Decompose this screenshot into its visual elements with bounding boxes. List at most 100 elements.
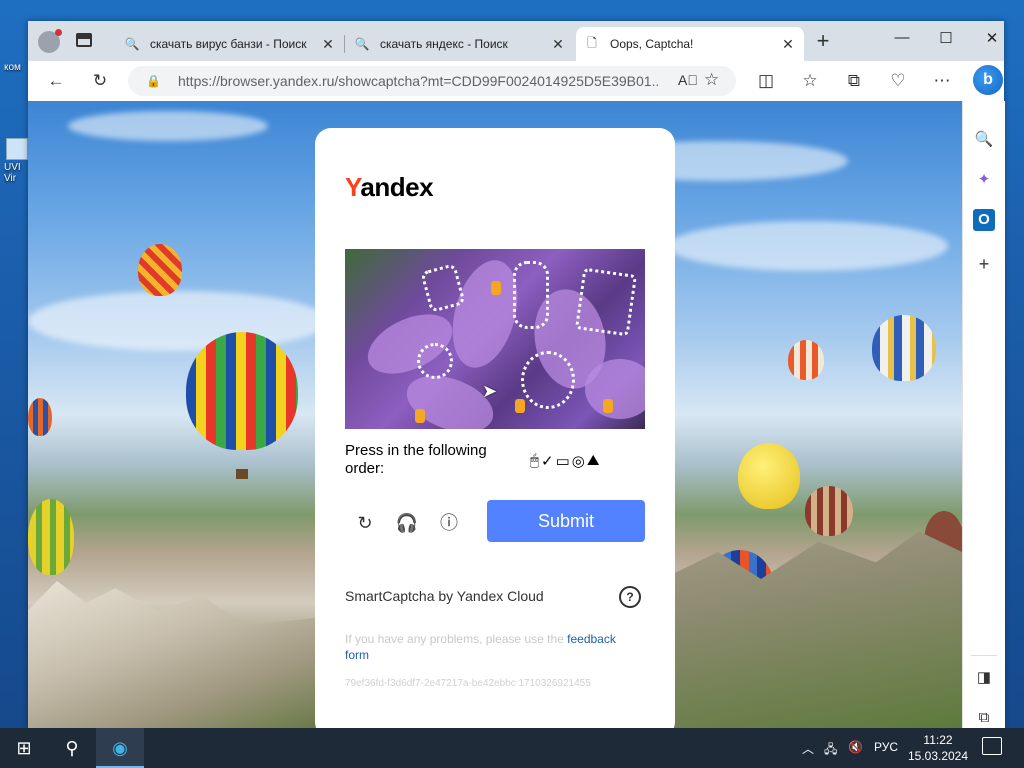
help-icon[interactable]: ? bbox=[619, 586, 641, 608]
cloud bbox=[68, 111, 268, 141]
captcha-image[interactable]: ➤ bbox=[345, 249, 645, 429]
collections-icon[interactable]: ⧉ bbox=[842, 69, 866, 93]
tab-label: скачать яндекс - Поиск bbox=[380, 37, 508, 51]
profile-avatar[interactable] bbox=[38, 29, 62, 53]
flower-stamen bbox=[603, 399, 613, 413]
landscape-icon: ⛰ bbox=[586, 452, 600, 469]
flower-stamen bbox=[515, 399, 525, 413]
split-screen-icon[interactable]: ◫ bbox=[754, 69, 778, 93]
add-sidebar-app-icon[interactable]: + bbox=[973, 253, 995, 275]
smartcaptcha-branding: SmartCaptcha by Yandex Cloud bbox=[345, 588, 544, 604]
tab-search-virus[interactable]: 🔍 скачать вирус банзи - Поиск ✕ bbox=[116, 27, 344, 61]
rock-formation bbox=[675, 531, 962, 728]
flower-stamen bbox=[491, 281, 501, 295]
start-button[interactable]: ⊞ bbox=[0, 728, 48, 768]
navigation-toolbar: ← ↻ 🔒 https://browser.yandex.ru/showcapt… bbox=[28, 61, 1004, 102]
back-icon[interactable]: ← bbox=[44, 69, 68, 93]
cloud bbox=[28, 291, 328, 351]
hot-air-balloon bbox=[28, 398, 52, 436]
volume-muted-icon[interactable]: 🔇 bbox=[848, 740, 863, 754]
refresh-captcha-icon[interactable]: ↻ bbox=[353, 511, 377, 535]
captcha-card: Yandex ➤ Press in the following order: 🖱… bbox=[315, 128, 675, 728]
network-icon[interactable]: 🖧 bbox=[824, 740, 837, 761]
edge-taskbar-icon[interactable]: ◉ bbox=[96, 728, 144, 768]
desktop-icon-computer[interactable]: ком bbox=[4, 62, 30, 73]
sidebar-divider bbox=[971, 655, 997, 656]
yandex-logo: Yandex bbox=[345, 172, 434, 202]
new-tab-button[interactable]: + bbox=[812, 30, 834, 53]
flower-stamen bbox=[415, 409, 425, 423]
captcha-instruction: Press in the following order: bbox=[345, 442, 487, 477]
audio-captcha-icon[interactable]: 🎧 bbox=[395, 511, 419, 535]
search-icon[interactable]: 🔍 bbox=[973, 129, 995, 151]
rock-formation bbox=[28, 581, 318, 728]
submit-button[interactable]: Submit bbox=[487, 500, 645, 542]
more-menu-icon[interactable]: ⋯ bbox=[930, 69, 954, 93]
hide-sidebar-icon[interactable]: ◨ bbox=[973, 667, 995, 689]
tab-captcha[interactable]: 🗋 Oops, Captcha! ✕ bbox=[576, 27, 804, 61]
hot-air-balloon bbox=[805, 486, 853, 536]
windows-taskbar: ⊞ ⚲ ◉ ︿ 🖧 🔇 РУС 11:22 15.03.2024 bbox=[0, 728, 1024, 768]
url-text[interactable]: https://browser.yandex.ru/showcaptcha?mt… bbox=[178, 73, 658, 89]
desktop-icon-uvi[interactable]: UVI Vir bbox=[4, 138, 30, 184]
read-aloud-icon[interactable]: A᪲ bbox=[678, 72, 698, 88]
captcha-request-id: 79ef36fd-f3d6df7-2e47217a-be42ebbc 17103… bbox=[345, 678, 591, 689]
tab-search-yandex[interactable]: 🔍 скачать яндекс - Поиск ✕ bbox=[346, 27, 574, 61]
tab-actions-icon[interactable] bbox=[76, 33, 92, 47]
maximize-button[interactable]: ☐ bbox=[934, 29, 958, 51]
info-icon[interactable]: ⓘ bbox=[437, 511, 461, 535]
address-bar[interactable]: 🔒 https://browser.yandex.ru/showcaptcha?… bbox=[128, 66, 736, 96]
favorites-icon[interactable]: ☆ bbox=[798, 69, 822, 93]
tab-bar: 🔍 скачать вирус банзи - Поиск ✕ 🔍 скачат… bbox=[28, 21, 1004, 61]
show-hidden-icons-icon[interactable]: ︿ bbox=[802, 740, 814, 757]
page-icon: 🗋 bbox=[587, 35, 597, 50]
edge-sidebar: 🔍 ✦ O + ◨ ⧉ bbox=[962, 101, 1005, 728]
page-content: Yandex ➤ Press in the following order: 🖱… bbox=[28, 101, 962, 728]
desktop-icon-label: ком bbox=[4, 62, 21, 73]
browser-essentials-icon[interactable]: ♡ bbox=[886, 69, 910, 93]
camera-icon: ▭ bbox=[555, 453, 570, 470]
problems-text: If you have any problems, please use the… bbox=[345, 632, 616, 662]
flower-petal bbox=[585, 359, 645, 419]
hot-air-balloon bbox=[28, 499, 74, 575]
shortcut-icon bbox=[6, 138, 28, 160]
hot-air-balloon bbox=[186, 332, 298, 450]
edge-browser-window: 🔍 скачать вирус банзи - Поиск ✕ 🔍 скачат… bbox=[28, 21, 1005, 728]
minimize-button[interactable]: — bbox=[890, 29, 914, 51]
search-icon: 🔍 bbox=[354, 37, 370, 51]
outlook-icon[interactable]: O bbox=[973, 209, 995, 231]
search-icon: 🔍 bbox=[124, 37, 140, 51]
cloud bbox=[668, 221, 948, 271]
captcha-target-shape[interactable] bbox=[417, 343, 453, 379]
copilot-icon[interactable]: b bbox=[973, 65, 1003, 95]
system-clock[interactable]: 11:22 15.03.2024 bbox=[903, 732, 973, 764]
close-tab-icon[interactable]: ✕ bbox=[320, 36, 336, 53]
tab-label: Oops, Captcha! bbox=[610, 37, 694, 51]
captcha-target-shape[interactable] bbox=[574, 267, 638, 337]
balloon-basket bbox=[236, 469, 248, 479]
notification-center-icon[interactable] bbox=[982, 737, 1002, 755]
coin-icon: ◎ bbox=[571, 453, 585, 470]
lock-icon[interactable]: 🔒 bbox=[146, 74, 161, 88]
mouse-icon: 🖱 bbox=[530, 452, 540, 469]
close-tab-icon[interactable]: ✕ bbox=[780, 36, 796, 53]
tab-separator bbox=[344, 35, 345, 53]
open-external-icon[interactable]: ⧉ bbox=[973, 707, 995, 729]
captcha-order-icons: 🖱 ✓ ▭ ◎ ⛰ bbox=[530, 452, 599, 470]
captcha-target-shape[interactable] bbox=[521, 351, 575, 409]
copilot-sidebar-icon[interactable]: ✦ bbox=[973, 169, 995, 191]
desktop-icon-label: UVI Vir bbox=[4, 162, 21, 184]
favorite-star-icon[interactable]: ☆ bbox=[704, 70, 719, 90]
captcha-target-shape[interactable] bbox=[513, 261, 549, 329]
clock-time: 11:22 bbox=[923, 733, 953, 747]
badge-check-icon: ✓ bbox=[541, 453, 554, 470]
clock-date: 15.03.2024 bbox=[907, 749, 969, 763]
mouse-cursor-icon: ➤ bbox=[482, 381, 498, 401]
search-icon[interactable]: ⚲ bbox=[48, 728, 96, 768]
hot-air-balloon bbox=[738, 443, 800, 509]
close-tab-icon[interactable]: ✕ bbox=[550, 36, 566, 53]
language-indicator[interactable]: РУС bbox=[874, 740, 898, 754]
refresh-icon[interactable]: ↻ bbox=[88, 69, 112, 93]
hot-air-balloon bbox=[138, 244, 182, 296]
close-window-button[interactable]: ✕ bbox=[980, 29, 1004, 51]
